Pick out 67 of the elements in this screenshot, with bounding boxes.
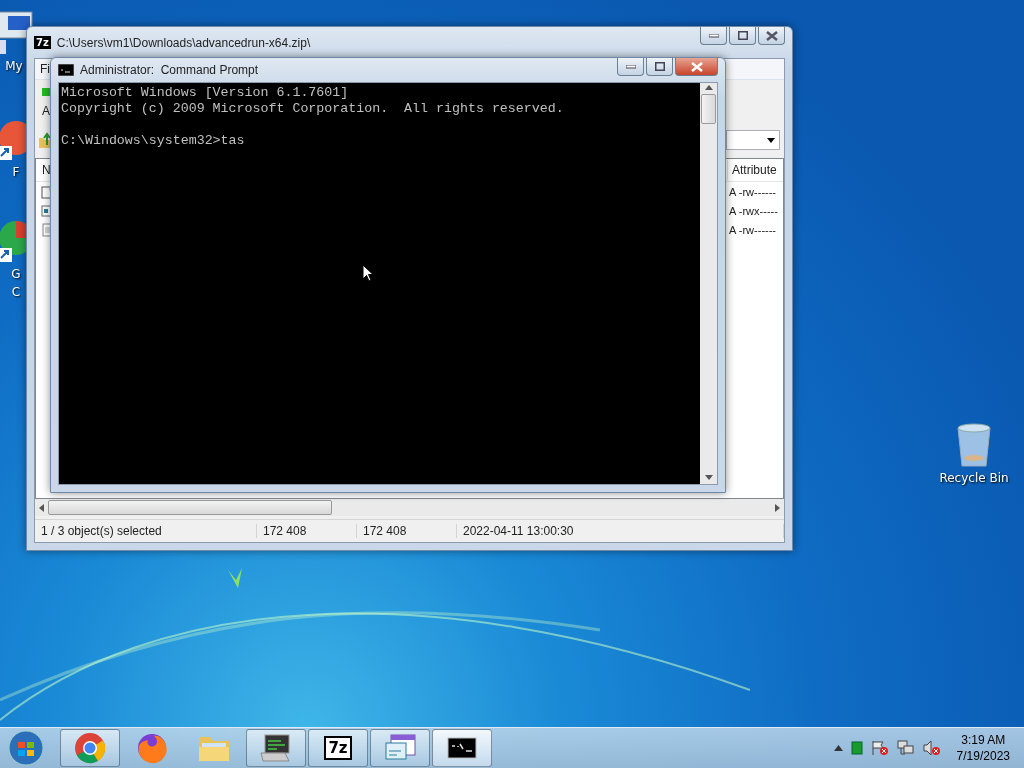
- close-icon: [765, 30, 778, 41]
- console-line: Microsoft Windows [Version 6.1.7601]: [61, 85, 349, 101]
- horizontal-scrollbar[interactable]: [35, 499, 784, 516]
- menu-item[interactable]: Fi: [35, 62, 50, 76]
- toolbar-label[interactable]: A: [42, 104, 50, 118]
- firefox-icon: [136, 732, 168, 764]
- clock-time: 3:19 AM: [961, 732, 1006, 748]
- console-icon: [447, 737, 477, 759]
- window-title: C:\Users\vm1\Downloads\advancedrun-x64.zip\: [56, 35, 311, 50]
- taskbar-app-button[interactable]: [246, 729, 306, 767]
- monitor-icon: [259, 733, 293, 763]
- maximize-button[interactable]: [646, 58, 673, 76]
- scroll-left-icon: [39, 503, 44, 512]
- maximize-icon: [737, 31, 748, 40]
- minimize-icon: [708, 33, 719, 38]
- show-hidden-icons-icon[interactable]: [833, 745, 843, 751]
- minimize-button[interactable]: [700, 27, 727, 45]
- close-button[interactable]: [675, 58, 718, 76]
- tray-app-icon[interactable]: [850, 741, 863, 755]
- console-icon: [58, 64, 74, 76]
- console-prompt-line: C:\Windows\system32>tas: [61, 133, 245, 149]
- maximize-icon: [654, 62, 665, 71]
- window-title: Administrator: Command Prompt: [80, 63, 259, 77]
- column-header[interactable]: Attribute: [727, 160, 783, 180]
- status-bar-text: 1 / 3 object(s) selected: [35, 524, 257, 538]
- clock-date: 7/19/2023: [956, 748, 1010, 764]
- table-cell-text: A -rw------: [729, 223, 778, 236]
- taskbar-app-button[interactable]: [432, 729, 492, 767]
- console-line: Copyright (c) 2009 Microsoft Corporation. All rights reserved.: [61, 101, 564, 117]
- scroll-up-icon: [704, 85, 713, 90]
- mouse-pointer-icon: [362, 264, 374, 282]
- scroll-down-icon: [704, 475, 713, 480]
- sevenzip-logo: 7z: [324, 736, 352, 760]
- minimize-button[interactable]: [617, 58, 644, 76]
- status-bar-text: 2022-04-11 13:00:30: [457, 524, 784, 538]
- maximize-button[interactable]: [729, 27, 756, 45]
- vertical-scrollbar[interactable]: [700, 83, 717, 484]
- table-cell-text: A -rwx-----: [729, 204, 779, 217]
- status-bar-text: 172 408: [257, 524, 357, 538]
- windows-logo-icon: [7, 729, 45, 767]
- table-cell-text: A -rw------: [729, 185, 778, 198]
- start-button[interactable]: [6, 729, 46, 767]
- window-stack-icon: [383, 733, 417, 763]
- sevenzip-logo: 7z: [34, 36, 51, 49]
- address-field[interactable]: [726, 130, 780, 150]
- recycle-bin-icon: [955, 422, 993, 468]
- desktop-icon-label[interactable]: My: [5, 58, 23, 74]
- status-bar-text: 172 408: [357, 524, 457, 538]
- dropdown-arrow-icon: [767, 137, 775, 143]
- column-header[interactable]: N: [36, 163, 51, 177]
- scroll-right-icon: [775, 503, 780, 512]
- desktop-icon-label[interactable]: C: [11, 284, 21, 300]
- desktop-icon-label[interactable]: F: [12, 164, 20, 180]
- scrollbar-thumb[interactable]: [701, 94, 716, 124]
- plus-icon: [42, 88, 50, 96]
- minimize-icon: [625, 64, 636, 69]
- clock[interactable]: 3:19 AM 7/19/2023: [948, 732, 1014, 764]
- taskbar-app-button[interactable]: 7z: [308, 729, 368, 767]
- flag-error-icon[interactable]: [870, 740, 889, 756]
- close-button[interactable]: [758, 27, 785, 45]
- network-icon[interactable]: [896, 740, 915, 756]
- close-icon: [690, 61, 703, 72]
- desktop-icon-label[interactable]: Recycle Bin: [939, 470, 1009, 486]
- speaker-muted-icon[interactable]: [922, 740, 941, 756]
- desktop-icon-label[interactable]: G: [11, 266, 21, 282]
- chrome-icon: [74, 732, 106, 764]
- scrollbar-thumb[interactable]: [48, 500, 332, 515]
